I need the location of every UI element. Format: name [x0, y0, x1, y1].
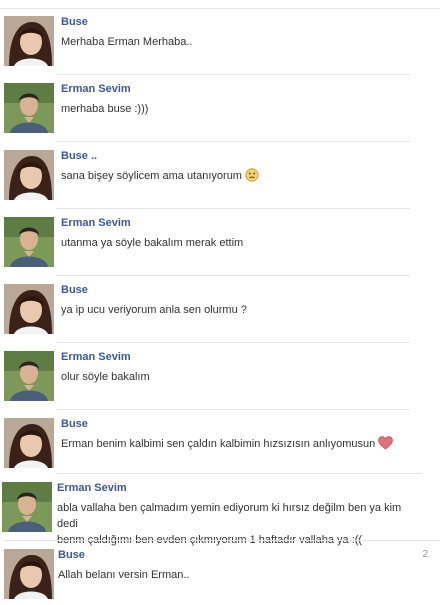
message-item: Buse Allah belanı versin Erman.. 2 — [0, 545, 440, 605]
message-text: merhaba buse :))) — [61, 101, 421, 117]
message-item: Erman Sevim utanma ya söyle bakalım merak… — [0, 213, 440, 273]
message-text-content: sana bişey söylicem ama utanıyorum — [61, 170, 242, 182]
message-text-content: olur söyle bakalım — [61, 371, 150, 383]
message-text-content: Allah belanı versin Erman.. — [58, 569, 190, 581]
girl-avatar[interactable] — [4, 549, 54, 599]
message-divider — [56, 473, 422, 474]
message-divider — [56, 141, 410, 142]
message-divider — [4, 540, 440, 541]
message-item: Buse ya ip ucu veriyorum anla sen olurmu … — [0, 280, 440, 340]
sender-name[interactable]: Erman Sevim — [61, 217, 131, 229]
message-item: Erman Sevim merhaba buse :))) — [0, 79, 440, 139]
boy-avatar[interactable] — [4, 217, 54, 267]
message-item: Buse Erman benim kalbimi sen çaldın kalbi… — [0, 414, 440, 474]
message-text: Erman benim kalbimi sen çaldın kalbimin … — [61, 436, 421, 455]
message-text-content: utanma ya söyle bakalım merak ettim — [61, 237, 244, 249]
message-divider — [56, 342, 410, 343]
sender-name[interactable]: Buse — [61, 418, 88, 430]
message-text: Merhaba Erman Merhaba.. — [61, 34, 421, 50]
message-divider — [56, 409, 410, 410]
message-text-content: Erman benim kalbimi sen çaldın kalbimin … — [61, 438, 376, 450]
girl-avatar[interactable] — [4, 16, 54, 66]
message-text: olur söyle bakalım — [61, 369, 421, 385]
message-count: 2 — [422, 549, 428, 560]
message-item: Buse Merhaba Erman Merhaba.. — [0, 12, 440, 72]
sender-name[interactable]: Buse — [58, 549, 85, 561]
message-text: Allah belanı versin Erman.. — [58, 567, 418, 583]
girl-avatar[interactable] — [4, 284, 54, 334]
boy-avatar[interactable] — [4, 351, 54, 401]
message-text: sana bişey söylicem ama utanıyorum — [61, 168, 421, 187]
heart-icon — [378, 436, 394, 455]
sender-name[interactable]: Buse — [61, 16, 88, 28]
message-text: ya ip ucu veriyorum anla sen olurmu ? — [61, 302, 421, 318]
sender-name[interactable]: Buse .. — [61, 150, 97, 162]
message-item: Buse .. sana bişey söylicem ama utanıyoru… — [0, 146, 440, 206]
sad-face-icon — [245, 168, 259, 187]
message-item: Erman Sevim abla vallaha ben çalmadım yem… — [0, 478, 440, 546]
message-text-content: ya ip ucu veriyorum anla sen olurmu ? — [61, 304, 247, 316]
boy-avatar[interactable] — [2, 482, 52, 532]
girl-avatar[interactable] — [4, 150, 54, 200]
sender-name[interactable]: Buse — [61, 284, 88, 296]
message-text: utanma ya söyle bakalım merak ettim — [61, 235, 421, 251]
message-divider — [56, 208, 410, 209]
message-divider — [56, 74, 410, 75]
message-divider — [56, 275, 410, 276]
girl-avatar[interactable] — [4, 418, 54, 468]
top-divider — [0, 0, 440, 9]
message-text-content: merhaba buse :))) — [61, 103, 149, 115]
message-item: Erman Sevim olur söyle bakalım — [0, 347, 440, 407]
sender-name[interactable]: Erman Sevim — [61, 83, 131, 95]
message-text-content: Merhaba Erman Merhaba.. — [61, 36, 193, 48]
sender-name[interactable]: Erman Sevim — [57, 482, 127, 494]
sender-name[interactable]: Erman Sevim — [61, 351, 131, 363]
boy-avatar[interactable] — [4, 83, 54, 133]
